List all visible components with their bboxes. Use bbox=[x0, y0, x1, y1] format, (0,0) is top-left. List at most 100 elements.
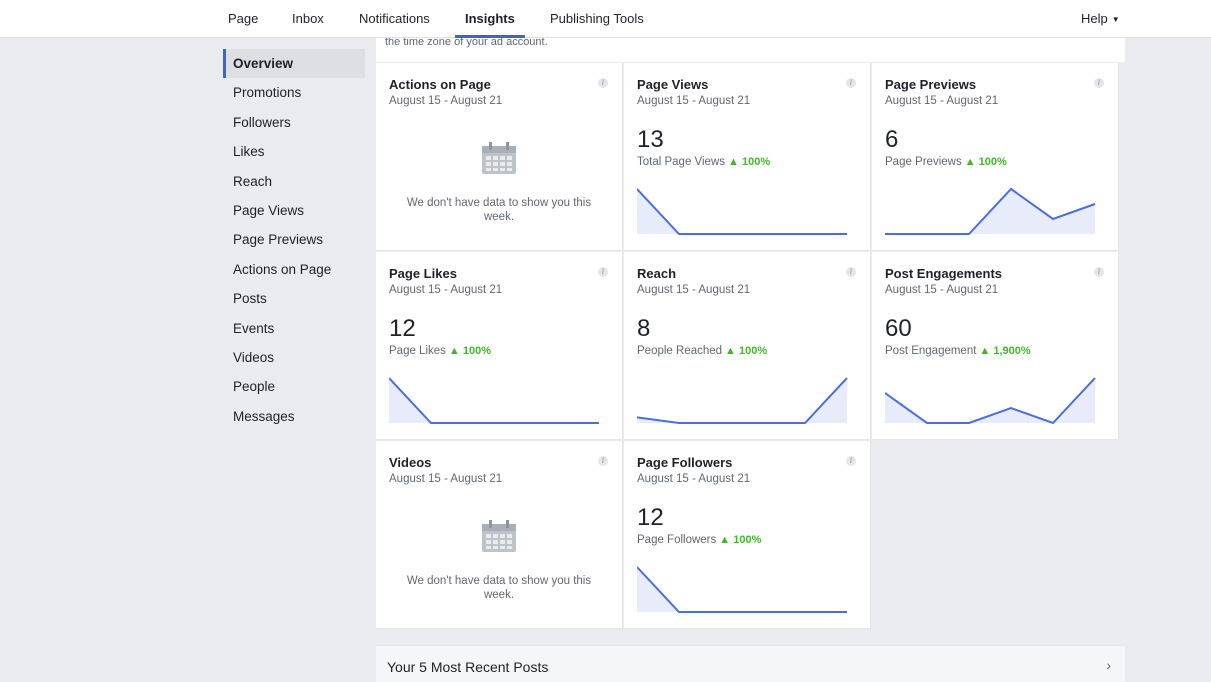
sidebar-item-page-views[interactable]: Page Views bbox=[223, 196, 365, 225]
metric-name: Page Followers bbox=[637, 534, 717, 546]
sidebar-item-people[interactable]: People bbox=[223, 372, 365, 401]
info-icon[interactable]: i bbox=[1094, 78, 1104, 88]
insights-sidebar: Overview Promotions Followers Likes Reac… bbox=[223, 49, 365, 431]
sidebar-item-events[interactable]: Events bbox=[223, 314, 365, 343]
card-actions-on-page[interactable]: Actions on Page i August 15 - August 21 … bbox=[376, 63, 623, 251]
card-videos[interactable]: Videos i August 15 - August 21 We don't … bbox=[376, 441, 623, 629]
card-title: Post Engagements bbox=[885, 266, 1003, 281]
metric-label: Total Page Views ▲ 100% bbox=[637, 156, 770, 168]
info-icon[interactable]: i bbox=[1094, 267, 1104, 277]
change-value: 100% bbox=[733, 534, 762, 546]
sidebar-item-actions-on-page[interactable]: Actions on Page bbox=[223, 255, 365, 284]
info-icon[interactable]: i bbox=[598, 267, 608, 277]
change-indicator: ▲ 100% bbox=[719, 534, 762, 546]
sidebar-item-posts[interactable]: Posts bbox=[223, 284, 365, 313]
metric-value: 12 bbox=[389, 315, 416, 342]
sparkline-area bbox=[389, 378, 599, 423]
sparkline-area bbox=[637, 378, 847, 423]
metric-value: 8 bbox=[637, 315, 651, 342]
trend-sparkline bbox=[885, 377, 1096, 425]
card-date-range: August 15 - August 21 bbox=[637, 95, 751, 107]
change-indicator: ▲ 1,900% bbox=[979, 345, 1031, 357]
metric-value: 6 bbox=[885, 126, 899, 153]
empty-state-message: We don't have data to show you this week… bbox=[406, 197, 592, 223]
info-icon[interactable]: i bbox=[846, 78, 856, 88]
card-title: Page Previews bbox=[885, 77, 977, 92]
change-indicator: ▲ 100% bbox=[448, 345, 491, 357]
info-icon[interactable]: i bbox=[598, 456, 608, 466]
tab-publishing-tools[interactable]: Publishing Tools bbox=[550, 0, 644, 38]
card-date-range: August 15 - August 21 bbox=[389, 95, 503, 107]
change-value: 100% bbox=[978, 156, 1007, 168]
sidebar-item-messages[interactable]: Messages bbox=[223, 402, 365, 431]
card-title: Page Followers bbox=[637, 455, 733, 470]
card-date-range: August 15 - August 21 bbox=[389, 473, 503, 485]
sidebar-item-promotions[interactable]: Promotions bbox=[223, 78, 365, 107]
recent-posts-title: Your 5 Most Recent Posts bbox=[387, 659, 549, 675]
change-value: 1,900% bbox=[993, 345, 1031, 357]
tab-insights[interactable]: Insights bbox=[455, 0, 525, 38]
change-value: 100% bbox=[741, 156, 771, 168]
change-indicator: ▲ 100% bbox=[728, 156, 771, 168]
metric-label: People Reached ▲ 100% bbox=[637, 345, 767, 357]
card-title: Reach bbox=[637, 266, 677, 281]
tab-page[interactable]: Page bbox=[228, 0, 258, 38]
chevron-right-icon: › bbox=[1106, 657, 1111, 673]
info-icon[interactable]: i bbox=[846, 267, 856, 277]
card-page-followers[interactable]: Page Followers i August 15 - August 21 1… bbox=[624, 441, 871, 629]
card-page-views[interactable]: Page Views i August 15 - August 21 13 To… bbox=[624, 63, 871, 251]
card-title: Videos bbox=[389, 455, 432, 470]
sidebar-item-overview[interactable]: Overview bbox=[223, 49, 365, 79]
info-icon[interactable]: i bbox=[846, 456, 856, 466]
top-navigation: Page Inbox Notifications Insights Publis… bbox=[0, 0, 1211, 38]
tab-inbox[interactable]: Inbox bbox=[292, 0, 324, 38]
card-title: Page Views bbox=[637, 77, 709, 92]
metric-name: People Reached bbox=[637, 345, 723, 357]
recent-posts-section[interactable]: Your 5 Most Recent Posts › bbox=[376, 645, 1125, 682]
card-date-range: August 15 - August 21 bbox=[389, 284, 503, 296]
trend-sparkline bbox=[637, 377, 848, 424]
timezone-notice: the time zone of your ad account. bbox=[376, 38, 1125, 62]
change-value: 100% bbox=[462, 345, 491, 357]
caret-down-icon: ▼ bbox=[1111, 15, 1120, 24]
metric-label: Post Engagement ▲ 1,900% bbox=[885, 345, 1031, 357]
sidebar-item-videos[interactable]: Videos bbox=[223, 343, 365, 372]
metric-label: Page Followers ▲ 100% bbox=[637, 534, 761, 546]
metric-name: Page Likes bbox=[389, 345, 446, 357]
sparkline-area bbox=[637, 567, 847, 612]
info-icon[interactable]: i bbox=[598, 78, 608, 88]
card-date-range: August 15 - August 21 bbox=[637, 284, 751, 296]
help-menu[interactable]: Help ▼ bbox=[1081, 0, 1120, 38]
sparkline-area bbox=[637, 189, 847, 234]
card-title: Page Likes bbox=[389, 266, 457, 281]
sidebar-item-followers[interactable]: Followers bbox=[223, 108, 365, 137]
sidebar-item-page-previews[interactable]: Page Previews bbox=[223, 225, 365, 254]
timezone-notice-text: the time zone of your ad account. bbox=[385, 38, 548, 48]
card-reach[interactable]: Reach i August 15 - August 21 8 People R… bbox=[624, 252, 871, 440]
card-date-range: August 15 - August 21 bbox=[885, 95, 999, 107]
tab-notifications[interactable]: Notifications bbox=[359, 0, 430, 38]
help-label: Help bbox=[1081, 11, 1108, 26]
metric-name: Total Page Views bbox=[637, 156, 726, 168]
calendar-icon bbox=[482, 142, 516, 174]
change-value: 100% bbox=[739, 345, 768, 357]
trend-sparkline bbox=[637, 188, 847, 235]
card-date-range: August 15 - August 21 bbox=[885, 284, 999, 296]
card-post-engagements[interactable]: Post Engagements i August 15 - August 21… bbox=[872, 252, 1119, 440]
sidebar-item-reach[interactable]: Reach bbox=[223, 167, 365, 196]
empty-state-message: We don't have data to show you this week… bbox=[406, 575, 592, 601]
metric-name: Page Previews bbox=[885, 156, 962, 168]
card-date-range: August 15 - August 21 bbox=[637, 473, 751, 485]
trend-sparkline bbox=[885, 187, 1096, 235]
metric-value: 12 bbox=[637, 504, 664, 531]
metric-value: 13 bbox=[637, 126, 664, 153]
card-page-previews[interactable]: Page Previews i August 15 - August 21 6 … bbox=[872, 63, 1119, 251]
trend-sparkline bbox=[389, 377, 599, 424]
trend-sparkline bbox=[637, 566, 847, 613]
metric-name: Post Engagement bbox=[885, 345, 977, 357]
calendar-icon bbox=[482, 520, 516, 552]
metric-label: Page Previews ▲ 100% bbox=[885, 156, 1007, 168]
card-page-likes[interactable]: Page Likes i August 15 - August 21 12 Pa… bbox=[376, 252, 623, 440]
sidebar-item-likes[interactable]: Likes bbox=[223, 137, 365, 166]
card-title: Actions on Page bbox=[389, 77, 491, 92]
